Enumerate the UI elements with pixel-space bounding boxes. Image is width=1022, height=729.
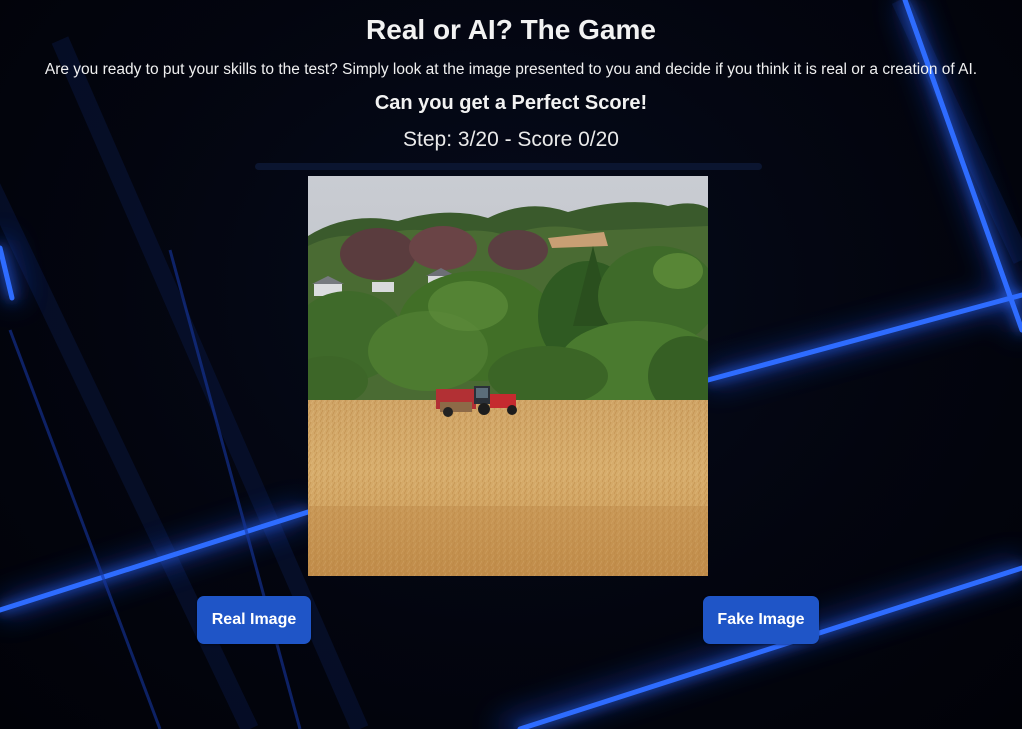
progress-bar (255, 163, 762, 170)
step-score-label: Step: 3/20 - Score 0/20 (403, 128, 619, 151)
wheat-field-tractor-photo (308, 176, 708, 576)
real-image-button[interactable]: Real Image (197, 596, 311, 644)
game-page: Real or AI? The Game Are you ready to pu… (0, 0, 1022, 729)
tagline: Can you get a Perfect Score! (374, 92, 648, 114)
game-description: Are you ready to put your skills to the … (44, 61, 978, 78)
game-content: Real or AI? The Game Are you ready to pu… (0, 0, 1022, 729)
fake-image-button[interactable]: Fake Image (703, 596, 819, 644)
page-title: Real or AI? The Game (366, 14, 656, 45)
challenge-image (308, 176, 708, 576)
